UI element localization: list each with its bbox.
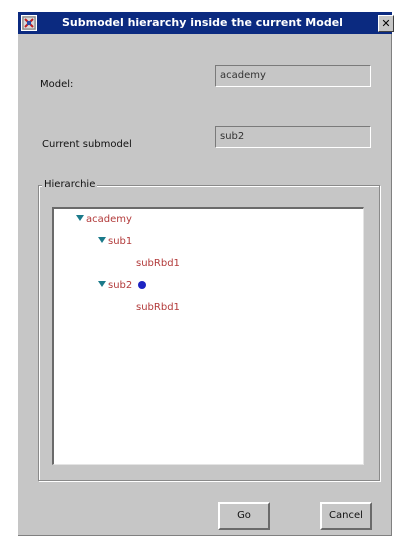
tree-node-label: sub2 bbox=[108, 280, 133, 291]
tree-node-label: academy bbox=[86, 214, 132, 225]
close-icon[interactable]: ✕ bbox=[378, 15, 394, 32]
hierarchy-tree[interactable]: academy sub1 subRbd1 sub2 subRbd1 bbox=[52, 207, 364, 465]
current-submodel-marker-icon bbox=[138, 281, 147, 289]
dialog-window: Submodel hierarchy inside the current Mo… bbox=[18, 12, 394, 536]
hierarchy-group-label: Hierarchie bbox=[42, 179, 98, 190]
tree-node-sub1[interactable]: sub1 bbox=[98, 236, 132, 250]
tree-node-subrbd1[interactable]: subRbd1 bbox=[136, 302, 180, 316]
tree-node-label: subRbd1 bbox=[136, 302, 180, 313]
go-button[interactable]: Go bbox=[218, 502, 270, 530]
tree-node-sub2[interactable]: sub2 bbox=[98, 280, 147, 294]
expand-toggle-icon[interactable] bbox=[98, 281, 106, 287]
tree-node-label: sub1 bbox=[108, 236, 133, 247]
app-icon bbox=[21, 15, 37, 31]
tree-node-academy[interactable]: academy bbox=[76, 214, 132, 228]
tree-node-label: subRbd1 bbox=[136, 258, 180, 269]
model-label: Model: bbox=[40, 79, 74, 90]
expand-toggle-icon[interactable] bbox=[76, 215, 84, 221]
cancel-button[interactable]: Cancel bbox=[320, 502, 372, 530]
title-bar[interactable]: Submodel hierarchy inside the current Mo… bbox=[18, 12, 394, 34]
tree-node-subrbd1[interactable]: subRbd1 bbox=[136, 258, 180, 272]
current-submodel-label: Current submodel bbox=[42, 139, 132, 150]
expand-toggle-icon[interactable] bbox=[98, 237, 106, 243]
window-title: Submodel hierarchy inside the current Mo… bbox=[62, 16, 343, 29]
current-submodel-field[interactable]: sub2 bbox=[215, 126, 371, 148]
model-field[interactable]: academy bbox=[215, 65, 371, 87]
